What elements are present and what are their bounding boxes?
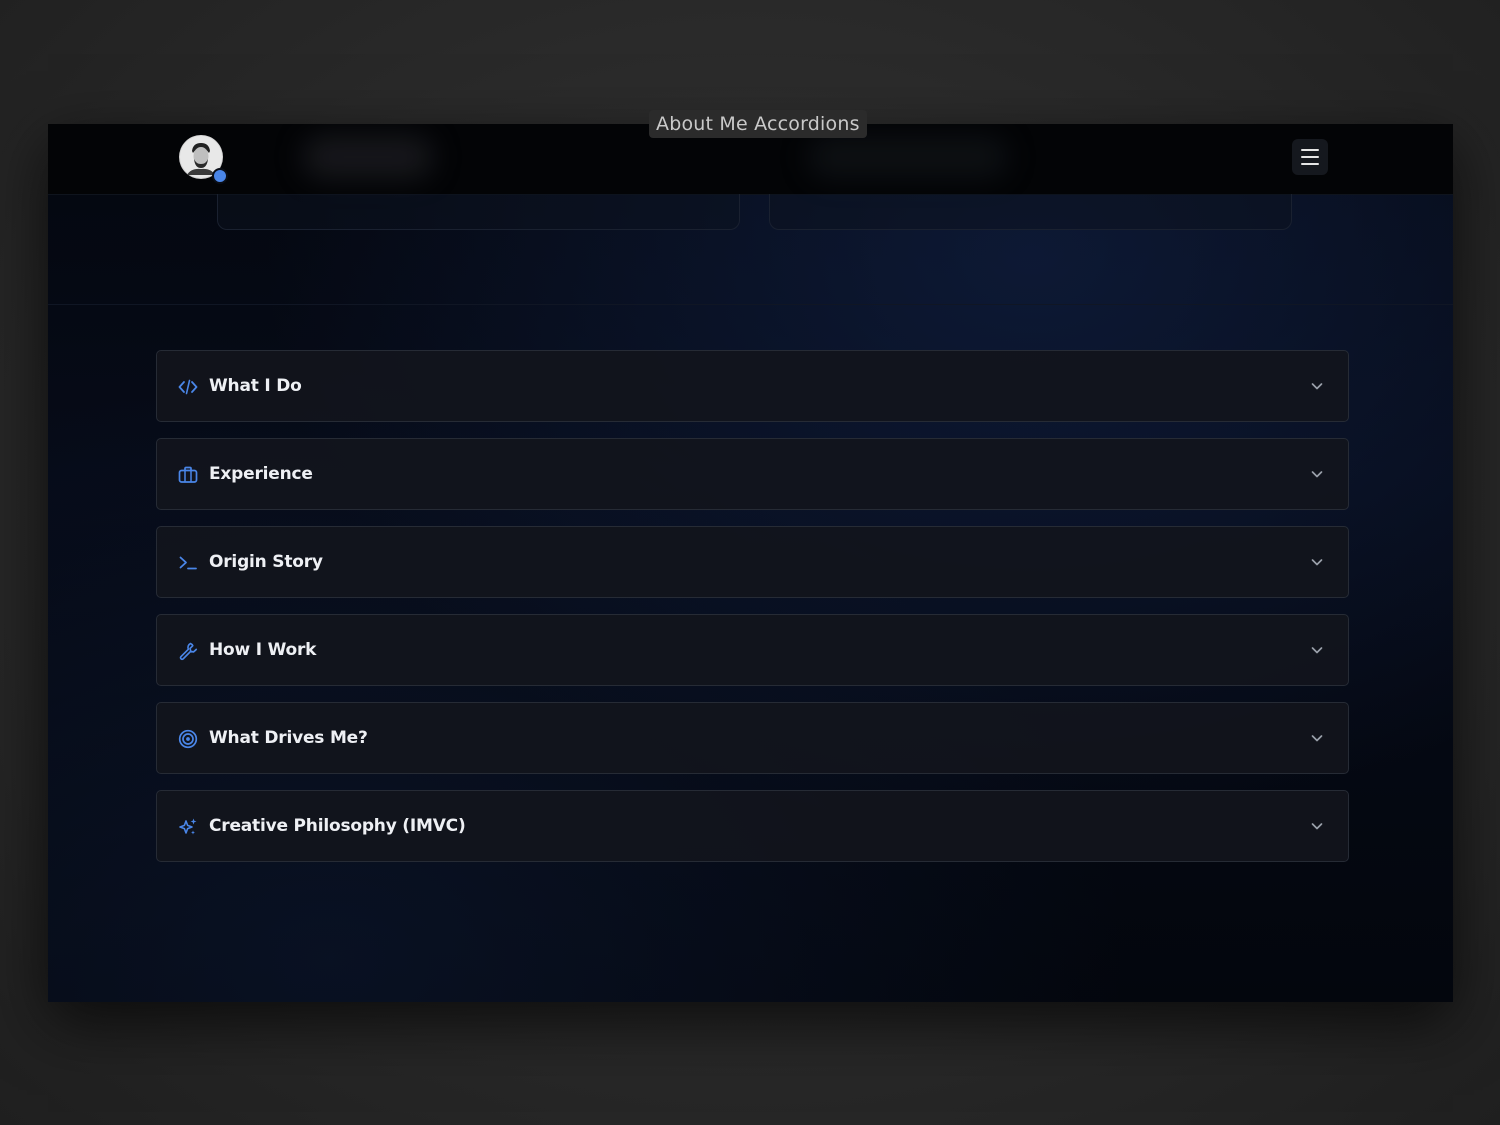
accordion-what-i-do[interactable]: What I Do [156, 350, 1349, 422]
previous-section-card [769, 194, 1292, 230]
target-icon [178, 729, 198, 749]
accordion-creative-philosophy[interactable]: Creative Philosophy (IMVC) [156, 790, 1349, 862]
accordion-title: Origin Story [209, 552, 323, 572]
chevron-down-icon [1311, 647, 1323, 654]
briefcase-icon [178, 466, 198, 483]
terminal-icon [179, 556, 197, 570]
hamburger-menu-icon-line [1301, 156, 1319, 158]
chevron-down-icon [1311, 823, 1323, 830]
hamburger-menu-icon-line [1301, 149, 1319, 151]
accordion-title: Creative Philosophy (IMVC) [209, 816, 466, 836]
chevron-down-icon [1311, 383, 1323, 390]
browser-viewport: What I Do Experience Origin Story How I … [48, 124, 1453, 1002]
blurred-nav-item [808, 136, 1008, 178]
section-divider [48, 304, 1453, 305]
previous-section-card [217, 194, 740, 230]
chevron-down-icon [1311, 559, 1323, 566]
avatar[interactable] [179, 135, 228, 184]
accordion-title: How I Work [209, 640, 317, 660]
chevron-down-icon [1311, 735, 1323, 742]
sparkles-icon [179, 818, 197, 835]
wrench-icon [179, 642, 198, 661]
accordion-title: What Drives Me? [209, 728, 368, 748]
blurred-nav-item [303, 136, 433, 178]
chevron-down-icon [1311, 471, 1323, 478]
hamburger-menu-icon-line [1301, 163, 1319, 165]
online-status-badge [212, 168, 228, 184]
accordion-how-i-work[interactable]: How I Work [156, 614, 1349, 686]
accordion-what-drives-me[interactable]: What Drives Me? [156, 702, 1349, 774]
hamburger-menu-button[interactable] [1292, 139, 1328, 175]
code-icon [178, 379, 198, 395]
accordion-experience[interactable]: Experience [156, 438, 1349, 510]
accordion-title: Experience [209, 464, 313, 484]
caption-label: About Me Accordions [649, 110, 867, 138]
accordion-title: What I Do [209, 376, 302, 396]
accordion-origin-story[interactable]: Origin Story [156, 526, 1349, 598]
